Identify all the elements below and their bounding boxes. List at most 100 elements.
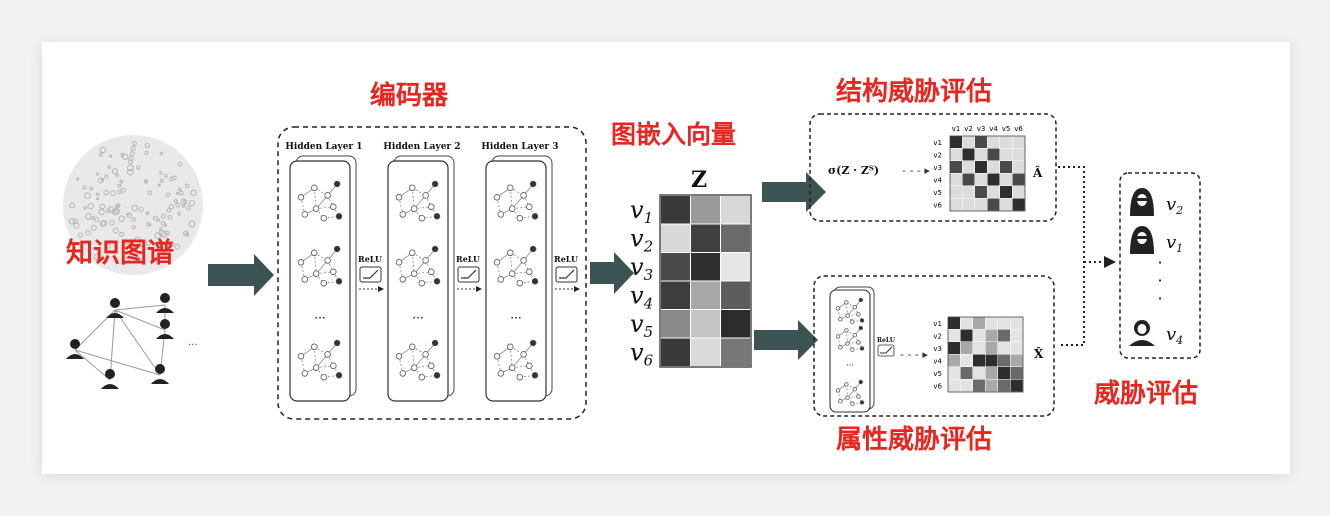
network-node (529, 180, 537, 188)
network-node (301, 370, 309, 377)
embedding-title: Z (691, 167, 707, 193)
attribute-cell (1010, 354, 1023, 367)
attribute-cell (960, 342, 973, 354)
network-node (395, 259, 403, 266)
glasses-shape (1135, 236, 1149, 239)
structure-cell (987, 186, 1000, 198)
network-node (301, 276, 309, 283)
network-node (858, 325, 863, 331)
structure-formula: σ(Z · Zᵀ) (828, 164, 879, 177)
network-node (312, 270, 320, 277)
structure-col-label: v3 (977, 125, 986, 133)
hacker-icon (1129, 320, 1155, 346)
attribute-cell (1010, 317, 1023, 329)
network-node (399, 211, 407, 218)
structure-cell (950, 136, 962, 148)
structure-cell (975, 136, 987, 148)
structure-cell (1012, 161, 1025, 173)
network-node (497, 370, 505, 377)
attribute-cell (973, 329, 985, 342)
network-node (320, 373, 328, 381)
network-node (508, 270, 516, 277)
network-node (845, 341, 850, 346)
network-node (493, 194, 501, 201)
network-node (333, 180, 341, 188)
embedding-cell (691, 310, 720, 338)
relu-icon (457, 266, 480, 283)
network-node (335, 213, 343, 220)
structure-cell (950, 161, 962, 173)
structure-cell (950, 148, 962, 161)
embedding-cell (721, 310, 750, 338)
attribute-cell (973, 317, 985, 329)
network-node (418, 214, 426, 222)
structure-col-label: v5 (1002, 125, 1011, 133)
network-node (520, 192, 527, 199)
attribute-cell (1010, 367, 1023, 379)
attribute-cell (948, 367, 960, 379)
embedding-row-label: v2 (630, 225, 653, 256)
structure-row-label: v4 (933, 177, 942, 185)
structure-cell (1000, 173, 1012, 186)
network-node (526, 268, 533, 276)
structure-cell (975, 161, 987, 173)
relu-icon (555, 266, 578, 283)
relu-icon (359, 266, 382, 283)
hacker-icon (1130, 188, 1154, 216)
embedding-cell (691, 196, 720, 224)
network-node (850, 401, 855, 406)
network-node (858, 297, 863, 303)
network-node (838, 345, 843, 350)
structure-cell (987, 148, 1000, 161)
ranking-label: v4 (1166, 324, 1183, 347)
network-node (395, 194, 403, 201)
network-node (410, 364, 418, 371)
structure-cell (962, 186, 975, 198)
network-node (297, 259, 305, 266)
structure-cell (962, 136, 975, 148)
network-node (333, 245, 341, 253)
network-node (507, 184, 514, 192)
structure-cell (975, 173, 987, 186)
structure-cell (950, 173, 962, 186)
hacker-icon (1130, 226, 1154, 254)
attribute-cell (985, 317, 998, 329)
network-node (856, 312, 861, 317)
attribute-row-label: v5 (933, 370, 942, 378)
attribute-cell (960, 379, 973, 392)
network-node (850, 347, 855, 352)
attribute-relu-label: ReLU (877, 337, 896, 344)
layer-ellipsis: ··· (412, 311, 423, 325)
embedding-cell (721, 224, 750, 252)
network-node (422, 351, 429, 358)
network-node (422, 192, 429, 199)
threat-assessment-diagram: 知识图谱 ··· 编码器 Hidden Layer 1···ReLUHidden… (63, 76, 1201, 455)
attribute-cell (948, 354, 960, 367)
attribute-cell (948, 317, 960, 329)
network-node (845, 395, 850, 400)
network-node (493, 259, 501, 266)
attribute-cell (973, 342, 985, 354)
embedding-row-label: v6 (630, 339, 654, 370)
embedding-cell (661, 281, 690, 309)
body-shape (1129, 340, 1155, 346)
network-node (858, 379, 863, 385)
structure-col-label: v2 (964, 125, 973, 133)
network-node (311, 184, 318, 192)
attribute-cell (973, 379, 985, 392)
structure-cell (987, 136, 1000, 148)
structure-col-label: v6 (1014, 125, 1023, 133)
network-node (422, 257, 429, 264)
network-node (433, 278, 441, 285)
network-node (844, 328, 849, 333)
network-node (835, 306, 841, 311)
network-node (428, 203, 435, 211)
network-node (850, 319, 855, 324)
face-shape (1137, 324, 1147, 334)
structure-cell (1012, 136, 1025, 148)
attribute-cell (998, 317, 1010, 329)
encoder-label: 编码器 (370, 80, 449, 111)
structure-cell (962, 161, 975, 173)
embedding-cell (721, 281, 750, 309)
network-node (838, 399, 843, 404)
